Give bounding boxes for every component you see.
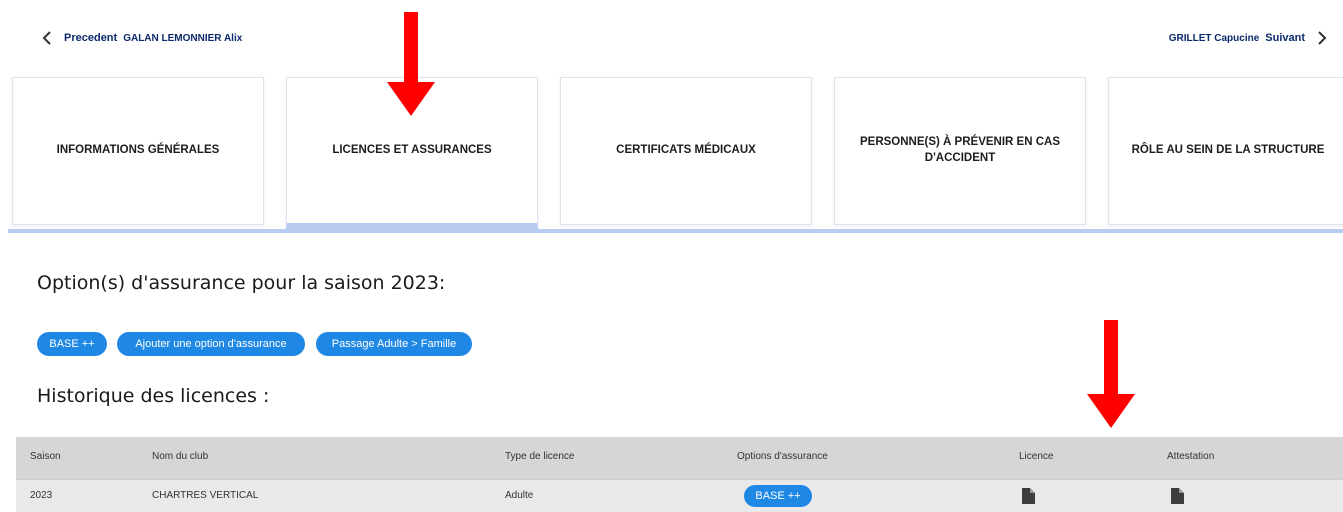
chevron-right-icon [1318, 31, 1327, 45]
next-label: Suivant [1265, 32, 1305, 44]
tabs-underline [8, 229, 1343, 233]
tab-label: RÔLE AU SEIN DE LA STRUCTURE [1131, 144, 1325, 157]
licence-history-table: Saison Nom du club Type de licence Optio… [16, 437, 1343, 512]
tab-role-structure[interactable]: RÔLE AU SEIN DE LA STRUCTURE [1108, 77, 1343, 225]
licence-history-title: Historique des licences : [37, 385, 270, 407]
adult-to-family-button[interactable]: Passage Adulte > Famille [316, 332, 472, 356]
tab-medical-certificates[interactable]: CERTIFICATS MÉDICAUX [560, 77, 812, 225]
table-row: 2023 CHARTRES VERTICAL Adulte BASE ++ [16, 479, 1343, 512]
tab-bar: INFORMATIONS GÉNÉRALES LICENCES ET ASSUR… [0, 77, 1343, 229]
cell-club: CHARTRES VERTICAL [152, 490, 259, 501]
insurance-section-title: Option(s) d'assurance pour la saison 202… [37, 272, 446, 294]
tab-emergency-contacts[interactable]: PERSONNE(S) À PRÉVENIR EN CAS D'ACCIDENT [834, 77, 1086, 225]
add-insurance-option-button[interactable]: Ajouter une option d'assurance [117, 332, 305, 356]
record-navigation: Precedent GALAN LEMONNIER Alix GRILLET C… [0, 28, 1343, 52]
insurance-option-base-button[interactable]: BASE ++ [37, 332, 107, 356]
table-header: Saison Nom du club Type de licence Optio… [16, 437, 1343, 479]
column-header-licence-type: Type de licence [505, 451, 575, 462]
column-header-insurance-options: Options d'assurance [737, 451, 828, 462]
tab-label: PERSONNE(S) À PRÉVENIR EN CAS D'ACCIDENT [859, 136, 1060, 164]
red-down-arrow [387, 12, 435, 116]
next-name: GRILLET Capucine [1168, 32, 1260, 44]
column-header-season: Saison [30, 451, 61, 462]
tab-general-info[interactable]: INFORMATIONS GÉNÉRALES [12, 77, 264, 225]
tab-label: INFORMATIONS GÉNÉRALES [56, 144, 220, 157]
red-down-arrow [1087, 320, 1135, 428]
cell-licence-type: Adulte [505, 490, 534, 501]
tab-label: CERTIFICATS MÉDICAUX [616, 144, 756, 157]
previous-record-link[interactable]: Precedent GALAN LEMONNIER Alix [38, 28, 242, 48]
attestation-document-icon[interactable] [1171, 488, 1184, 504]
column-header-licence: Licence [1019, 451, 1054, 462]
licence-document-icon[interactable] [1022, 488, 1035, 504]
column-header-club: Nom du club [152, 451, 209, 462]
next-record-link[interactable]: GRILLET Capucine Suivant [1169, 28, 1331, 48]
cell-season: 2023 [30, 490, 53, 501]
tab-label: LICENCES ET ASSURANCES [332, 143, 492, 156]
cell-insurance-option-button[interactable]: BASE ++ [744, 485, 812, 507]
chevron-left-icon [42, 31, 51, 45]
previous-label: Precedent [64, 32, 118, 44]
previous-name: GALAN LEMONNIER Alix [123, 32, 243, 44]
column-header-attestation: Attestation [1167, 451, 1215, 462]
